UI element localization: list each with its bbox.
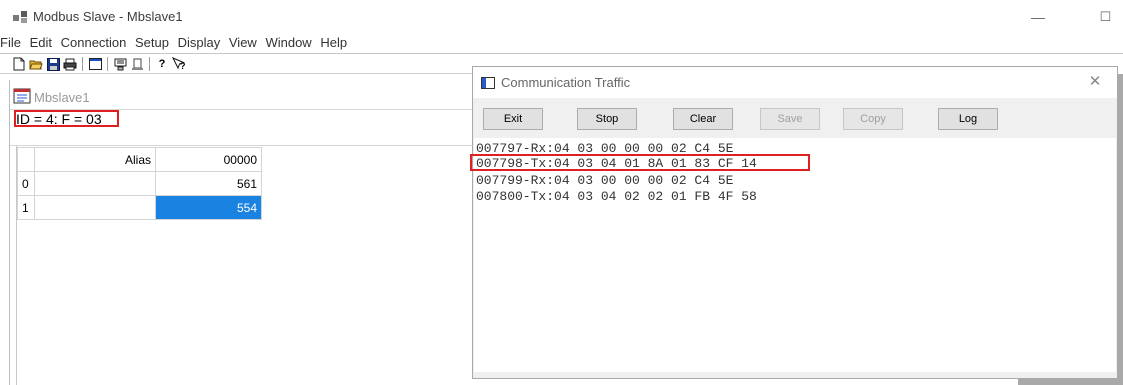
context-help-icon[interactable]: ? bbox=[172, 57, 186, 71]
toolbar-separator bbox=[82, 57, 83, 71]
open-icon[interactable] bbox=[29, 57, 43, 71]
modbus-app-icon bbox=[13, 11, 27, 23]
value-cell[interactable]: 561 bbox=[155, 171, 262, 196]
header-address[interactable]: 00000 bbox=[155, 147, 262, 172]
save-button[interactable]: Save bbox=[760, 108, 820, 130]
minimize-button[interactable]: — bbox=[1018, 4, 1058, 30]
display-icon[interactable] bbox=[113, 57, 127, 71]
help-icon[interactable]: ? bbox=[155, 57, 169, 71]
toolbar-divider bbox=[0, 73, 480, 74]
header-alias[interactable]: Alias bbox=[34, 147, 156, 172]
table-row: 0 561 bbox=[17, 171, 262, 196]
clear-button[interactable]: Clear bbox=[673, 108, 733, 130]
save-icon[interactable] bbox=[46, 57, 60, 71]
menu-help[interactable]: Help bbox=[320, 35, 347, 50]
toolbar-separator bbox=[107, 57, 108, 71]
log-line: 007800-Tx:04 03 04 02 02 01 FB 4F 58 bbox=[476, 189, 757, 204]
grid-header-row: Alias 00000 bbox=[17, 147, 262, 172]
corner-cell bbox=[17, 147, 35, 172]
menu-bar: File Edit Connection Setup Display View … bbox=[0, 35, 352, 53]
child-window-title: Mbslave1 bbox=[34, 90, 90, 105]
menu-setup[interactable]: Setup bbox=[135, 35, 169, 50]
exit-button[interactable]: Exit bbox=[483, 108, 543, 130]
print-icon[interactable] bbox=[63, 57, 77, 71]
alias-cell[interactable] bbox=[34, 195, 156, 220]
slave-id-function: ID = 4: F = 03 bbox=[16, 111, 102, 127]
svg-text:?: ? bbox=[180, 61, 186, 71]
tx-highlight-box bbox=[470, 154, 810, 171]
close-icon[interactable]: ✕ bbox=[1085, 72, 1105, 92]
maximize-button[interactable]: ☐ bbox=[1088, 4, 1123, 30]
menu-edit[interactable]: Edit bbox=[30, 35, 52, 50]
value-cell-selected[interactable]: 554 bbox=[155, 195, 262, 220]
mdi-left-border bbox=[9, 80, 10, 385]
menu-display[interactable]: Display bbox=[178, 35, 221, 50]
copy-button[interactable]: Copy bbox=[843, 108, 903, 130]
register-grid: Alias 00000 0 561 1 554 bbox=[17, 147, 262, 220]
slave-window-icon bbox=[13, 88, 31, 104]
traffic-window-icon bbox=[481, 77, 495, 89]
row-index[interactable]: 0 bbox=[17, 171, 35, 196]
grid-top-divider bbox=[10, 145, 480, 146]
new-icon[interactable] bbox=[12, 57, 26, 71]
traffic-title: Communication Traffic bbox=[501, 75, 631, 90]
menu-window[interactable]: Window bbox=[265, 35, 311, 50]
stop-button[interactable]: Stop bbox=[577, 108, 637, 130]
copy-icon[interactable] bbox=[130, 57, 144, 71]
table-row: 1 554 bbox=[17, 195, 262, 220]
menu-divider bbox=[0, 53, 1123, 54]
window-icon[interactable] bbox=[88, 57, 102, 71]
alias-cell[interactable] bbox=[34, 171, 156, 196]
row-index[interactable]: 1 bbox=[17, 195, 35, 220]
window-title: Modbus Slave - Mbslave1 bbox=[33, 9, 183, 24]
toolbar-separator bbox=[149, 57, 150, 71]
log-button[interactable]: Log bbox=[938, 108, 998, 130]
menu-connection[interactable]: Connection bbox=[61, 35, 127, 50]
log-line: 007799-Rx:04 03 00 00 00 02 C4 5E bbox=[476, 173, 734, 188]
menu-file[interactable]: File bbox=[0, 35, 21, 50]
menu-view[interactable]: View bbox=[229, 35, 257, 50]
toolbar: ? ? bbox=[12, 55, 189, 73]
